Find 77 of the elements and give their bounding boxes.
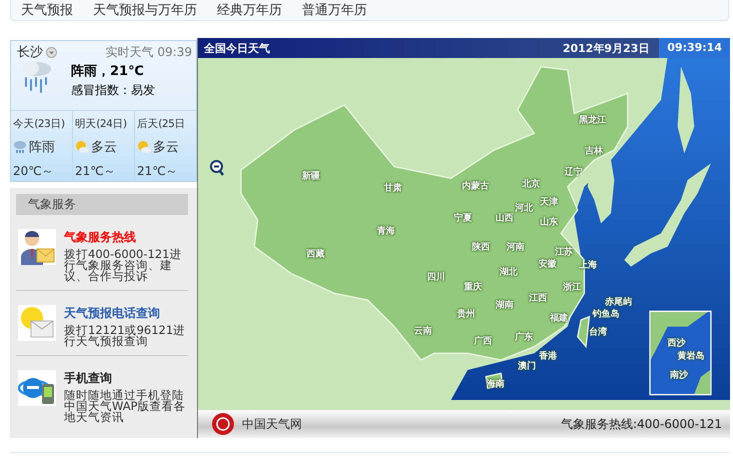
site-name: 中国天气网 — [242, 416, 303, 432]
region-label[interactable]: 河北 — [515, 202, 534, 215]
region-label[interactable]: 浙江 — [562, 280, 581, 294]
city-name[interactable]: 长沙 — [17, 43, 43, 61]
region-label[interactable]: 北京 — [522, 178, 540, 191]
service-description: 拨打12121或96121进行天气预报查询 — [64, 325, 186, 347]
region-label[interactable]: 广西 — [474, 334, 492, 348]
day-label: 后天(25日 — [137, 117, 186, 131]
region-label[interactable]: 台湾 — [589, 325, 608, 338]
service-link[interactable]: 手机查询 — [64, 370, 188, 387]
nav-link[interactable]: 天气预报 — [21, 1, 73, 19]
service-link[interactable]: 气象服务热线 — [64, 229, 188, 246]
nav-link[interactable]: 经典万年历 — [217, 1, 282, 19]
region-label[interactable]: 黄岩岛 — [678, 350, 705, 363]
day-label: 明天(24日) — [75, 117, 128, 131]
region-label[interactable]: 陕西 — [472, 240, 490, 254]
globe-phone-icon — [18, 370, 56, 406]
nav-link[interactable]: 天气预报与万年历 — [93, 1, 197, 19]
region-label[interactable]: 澳门 — [518, 360, 536, 372]
rain-icon — [13, 140, 27, 154]
sun-envelope-icon — [18, 305, 56, 341]
region-label[interactable]: 南沙 — [670, 368, 688, 382]
map-date: 2012年9月23日 — [562, 40, 650, 56]
zoom-out-icon[interactable] — [210, 160, 224, 176]
day-temperature: 20℃～ — [13, 163, 55, 180]
day-condition: 阵雨 — [29, 139, 55, 156]
region-label[interactable]: 钓鱼岛 — [592, 307, 620, 320]
region-label[interactable]: 贵州 — [457, 307, 476, 320]
region-label[interactable]: 江苏 — [555, 245, 574, 258]
flu-index: 感冒指数：易发 — [71, 82, 156, 98]
region-label[interactable]: 福建 — [550, 312, 568, 325]
hotline-text: 气象服务热线:400-6000-121 — [560, 416, 722, 432]
region-label[interactable]: 山东 — [540, 216, 558, 229]
region-label[interactable]: 甘肃 — [384, 182, 402, 195]
region-label[interactable]: 辽宁 — [564, 166, 583, 179]
service-link[interactable]: 天气预报电话查询 — [64, 305, 188, 322]
region-label[interactable]: 河南 — [506, 240, 525, 254]
service-description: 拨打400-6000-121进行气象服务咨询、建议、合作与投诉 — [64, 249, 182, 282]
realtime-label: 实时天气 09:39 — [106, 44, 192, 60]
nav-link[interactable]: 普通万年历 — [302, 1, 367, 19]
region-label[interactable]: 四川 — [426, 270, 445, 284]
region-label[interactable]: 赤尾屿 — [604, 295, 632, 308]
person-envelope-icon — [18, 229, 56, 265]
sun-cloud-icon — [75, 140, 89, 154]
map-time: 09:39:14 — [659, 38, 730, 58]
region-label[interactable]: 内蒙古 — [462, 180, 490, 193]
region-label[interactable]: 湖北 — [500, 266, 518, 279]
current-condition: 阵雨，21℃ — [71, 63, 145, 80]
region-label[interactable]: 天津 — [540, 196, 558, 209]
region-label[interactable]: 云南 — [414, 324, 432, 338]
region-label[interactable]: 湖南 — [495, 298, 514, 312]
region-label[interactable]: 上海 — [578, 258, 597, 272]
sun-cloud-icon — [137, 140, 151, 154]
service-description: 随时随地通过手机登陆中国天气WAP版查看各地天气资讯 — [64, 390, 187, 423]
day-temperature: 21℃～ — [137, 163, 179, 180]
section-title: 气象服务 — [16, 194, 188, 215]
day-condition: 多云 — [91, 139, 117, 156]
region-label[interactable]: 重庆 — [464, 280, 482, 294]
region-label[interactable]: 西藏 — [306, 248, 325, 261]
day-condition: 多云 — [153, 139, 179, 156]
region-label[interactable]: 黑龙江 — [579, 113, 606, 126]
day-temperature: 21℃～ — [75, 163, 117, 180]
region-label[interactable]: 香港 — [539, 350, 558, 363]
region-label[interactable]: 西沙 — [667, 336, 686, 350]
region-label[interactable]: 江西 — [528, 292, 547, 305]
korea-landmass — [588, 160, 614, 224]
region-label[interactable]: 新疆 — [302, 170, 320, 183]
day-label: 今天(23日) — [13, 117, 66, 131]
region-label[interactable]: 广东 — [515, 330, 534, 344]
region-label[interactable]: 山西 — [495, 212, 514, 225]
map-title: 全国今日天气 — [204, 40, 271, 56]
region-label[interactable]: 青海 — [376, 224, 395, 238]
region-label[interactable]: 安徽 — [538, 257, 557, 270]
logo-icon — [212, 412, 234, 436]
region-label[interactable]: 吉林 — [584, 144, 603, 158]
region-label[interactable]: 宁夏 — [454, 212, 472, 225]
dropdown-icon — [46, 46, 57, 58]
